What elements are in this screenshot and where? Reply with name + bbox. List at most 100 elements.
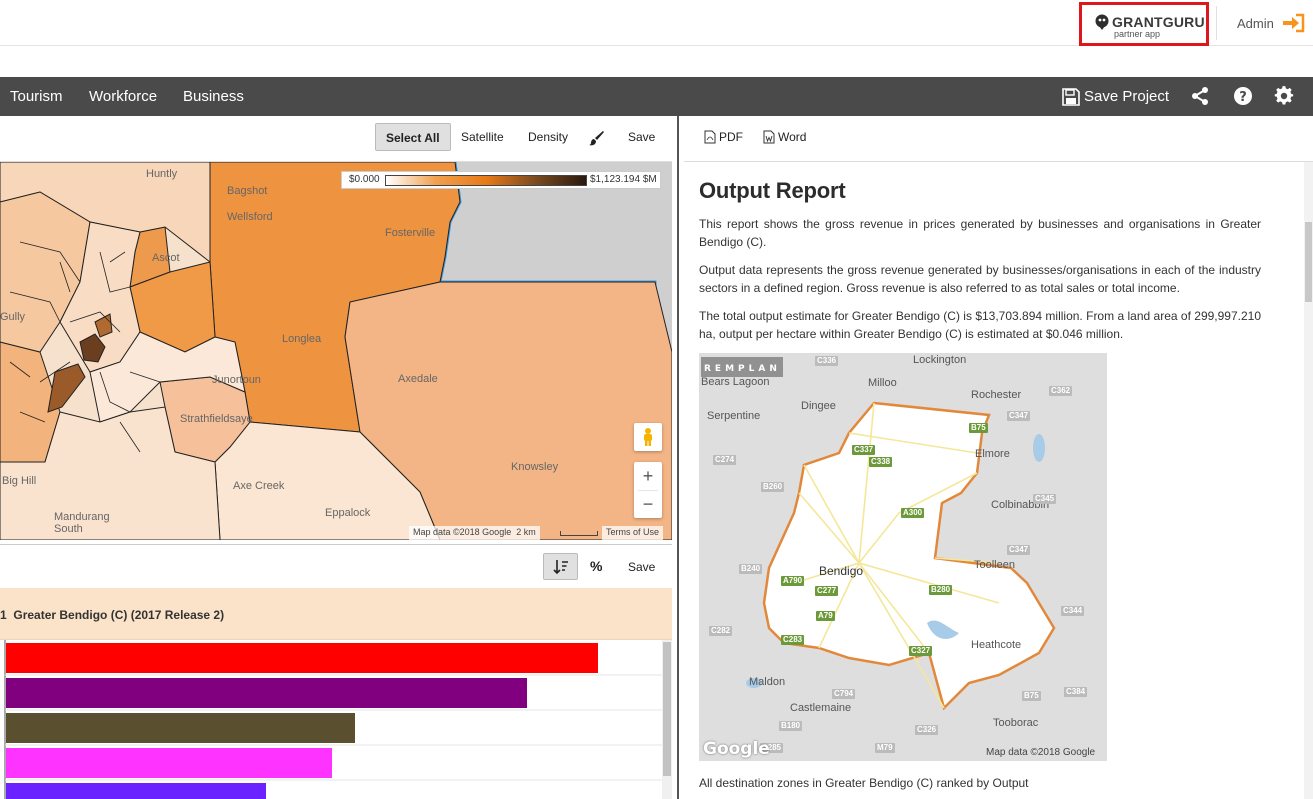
zoom-out-icon[interactable]: − [638, 490, 658, 518]
place-label: Ascot [152, 252, 180, 264]
map-place: Rochester [971, 389, 1022, 401]
report-caption: All destination zones in Greater Bendigo… [699, 776, 1029, 790]
header-divider [1216, 6, 1217, 40]
nav-business[interactable]: Business [183, 88, 244, 105]
zoom-control: + − [634, 462, 662, 518]
floppy-disk-icon [1062, 87, 1080, 106]
chart-scrollbar-thumb[interactable] [663, 642, 671, 776]
user-name[interactable]: Admin [1237, 16, 1274, 31]
nav-tourism[interactable]: Tourism [10, 88, 63, 105]
satellite-button[interactable]: Satellite [451, 123, 514, 151]
map-scale-bar [560, 531, 598, 536]
place-label: Knowsley [511, 461, 559, 473]
chart-toolbar: % Save [0, 544, 672, 588]
pane-splitter[interactable] [677, 116, 679, 799]
word-export-button[interactable]: Word [763, 130, 806, 144]
select-all-button[interactable]: Select All [375, 123, 451, 151]
main-nav: Tourism Workforce Business Save Project … [0, 77, 1313, 116]
report-paragraph: The total output estimate for Greater Be… [699, 309, 1261, 341]
road-marker: C283 [781, 635, 805, 645]
report-toolbar: PDF Word [684, 116, 1313, 162]
percent-toggle-button[interactable]: % [590, 558, 602, 574]
map-save-button[interactable]: Save [618, 123, 665, 151]
grantguru-mark-icon [1095, 14, 1109, 30]
density-button[interactable]: Density [518, 123, 578, 151]
map-place: Toolleen [974, 559, 1015, 571]
chart-bar[interactable] [6, 748, 332, 778]
region-map: REMPLAN Lockington Bears Lagoon Milloo R… [699, 353, 1107, 761]
save-project-button[interactable]: Save Project [1062, 77, 1169, 116]
chart-bar[interactable] [6, 713, 355, 743]
place-label: Eppalock [325, 507, 371, 519]
save-project-label: Save Project [1084, 88, 1170, 105]
logout-icon[interactable] [1281, 13, 1305, 33]
chart-scrollbar[interactable] [662, 640, 672, 799]
map-place: Castlemaine [790, 702, 852, 714]
report-paragraph: Output data represents the gross revenue… [699, 263, 1261, 295]
road-marker: C347 [1007, 411, 1031, 421]
pdf-export-button[interactable]: PDF [704, 130, 743, 144]
chart-header: 1 Greater Bendigo (C) (2017 Release 2) [0, 588, 672, 640]
logo-subtitle: partner app [1114, 29, 1161, 39]
road-marker: C362 [1049, 386, 1073, 396]
chart-bar[interactable] [6, 783, 266, 799]
road-marker: C327 [909, 646, 933, 656]
bar-chart [0, 640, 662, 799]
road-marker: C336 [815, 356, 839, 366]
place-label: Huntly [146, 168, 178, 180]
terms-of-use-link[interactable]: Terms of Use [602, 526, 664, 540]
sort-button[interactable] [543, 553, 578, 580]
report-title: Output Report [699, 178, 846, 203]
legend-gradient [385, 175, 587, 186]
sort-descending-icon [552, 559, 568, 574]
road-marker: C326 [915, 725, 939, 735]
chart-save-button[interactable]: Save [628, 560, 655, 574]
report-scrollbar-thumb[interactable] [1305, 222, 1312, 302]
map-place: Bears Lagoon [701, 376, 770, 388]
road-marker: B75 [1022, 691, 1041, 701]
share-icon[interactable] [1190, 86, 1210, 106]
place-label: Junortoun [212, 374, 261, 386]
report-paragraph: This report shows the gross revenue in p… [699, 217, 1261, 249]
grantguru-logo[interactable]: GRANTGURU partner app [1079, 2, 1209, 46]
place-label: Bagshot [227, 185, 268, 197]
gear-icon[interactable] [1274, 86, 1294, 106]
paintbrush-icon[interactable] [589, 130, 605, 146]
help-icon[interactable]: ? [1233, 86, 1253, 106]
road-marker: B75 [969, 423, 988, 433]
map-legend: $0.000 $1,123.194 $M [341, 171, 661, 189]
map-place: Tooborac [993, 717, 1039, 729]
google-logo: Google [703, 739, 770, 759]
report-scrollbar[interactable] [1304, 162, 1313, 799]
place-label: Longlea [282, 333, 322, 345]
report-pane: PDF Word Output Report This report shows… [684, 116, 1313, 799]
road-marker: A790 [781, 576, 805, 586]
road-marker: C347 [1007, 545, 1031, 555]
map-place: Serpentine [707, 410, 761, 422]
word-file-icon [763, 130, 775, 144]
road-marker: C337 [852, 445, 876, 455]
road-marker: B240 [739, 564, 763, 574]
place-label: Mandurang South [54, 511, 110, 535]
pdf-label: PDF [719, 130, 743, 144]
bar-chart-svg [4, 640, 662, 799]
chart-title: 1 Greater Bendigo (C) (2017 Release 2) [0, 608, 225, 622]
chart-bar[interactable] [6, 678, 527, 708]
road-marker: A79 [816, 611, 835, 621]
report-body: Output Report This report shows the gros… [699, 162, 1297, 799]
choropleth-map[interactable]: Huntly Bagshot Wellsford Fosterville Gul… [0, 162, 672, 540]
chart-bar[interactable] [6, 643, 598, 673]
left-pane: Select All Satellite Density Save Huntly… [0, 116, 672, 799]
place-label: Big Hill [2, 475, 37, 487]
road-marker: B260 [761, 482, 785, 492]
zoom-in-icon[interactable]: + [643, 462, 654, 490]
road-marker: B280 [929, 585, 953, 595]
map-place: Milloo [868, 377, 897, 389]
nav-workforce[interactable]: Workforce [89, 88, 157, 105]
street-view-pegman-icon[interactable] [634, 423, 662, 451]
road-marker: C384 [1064, 687, 1088, 697]
place-label: Fosterville [385, 227, 436, 239]
place-label: Axe Creek [233, 480, 285, 492]
doc-map-attribution: Map data ©2018 Google [986, 747, 1096, 758]
road-marker: M79 [875, 743, 895, 753]
